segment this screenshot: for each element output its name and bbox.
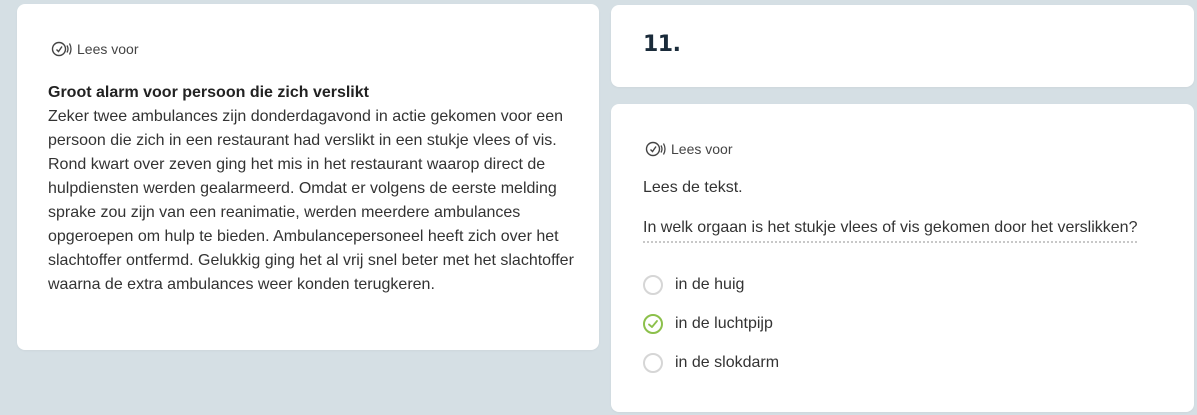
radio-button-selected[interactable] [643, 314, 663, 334]
article-text: Groot alarm voor persoon die zich versli… [48, 81, 578, 297]
article-title: Groot alarm voor persoon die zich versli… [48, 84, 369, 101]
answer-option-selected[interactable]: in de luchtpijp [643, 314, 773, 334]
answer-option[interactable]: in de slokdarm [643, 353, 779, 373]
read-aloud-button[interactable]: Lees voor [51, 40, 138, 58]
read-aloud-button[interactable]: Lees voor [645, 140, 732, 158]
speaker-icon [645, 141, 666, 157]
question-text: In welk orgaan is het stukje vlees of vi… [643, 219, 1138, 243]
article-card: Lees voor Groot alarm voor persoon die z… [17, 4, 599, 350]
option-label: in de luchtpijp [675, 315, 773, 332]
answer-option[interactable]: in de huig [643, 275, 744, 295]
article-body: Zeker twee ambulances zijn donderdagavon… [48, 108, 574, 293]
option-label: in de huig [675, 276, 745, 293]
option-label: in de slokdarm [675, 354, 780, 371]
checkmark-icon [648, 320, 658, 328]
speaker-icon [51, 41, 72, 57]
question-number: 11. [643, 32, 681, 57]
read-aloud-label: Lees voor [671, 141, 733, 157]
radio-button[interactable] [643, 275, 663, 295]
instruction-text: Lees de tekst. [643, 179, 743, 196]
read-aloud-label: Lees voor [77, 41, 139, 57]
radio-button[interactable] [643, 353, 663, 373]
question-card: Lees voor Lees de tekst. In welk orgaan … [611, 104, 1194, 412]
question-number-card: 11. [611, 5, 1194, 87]
